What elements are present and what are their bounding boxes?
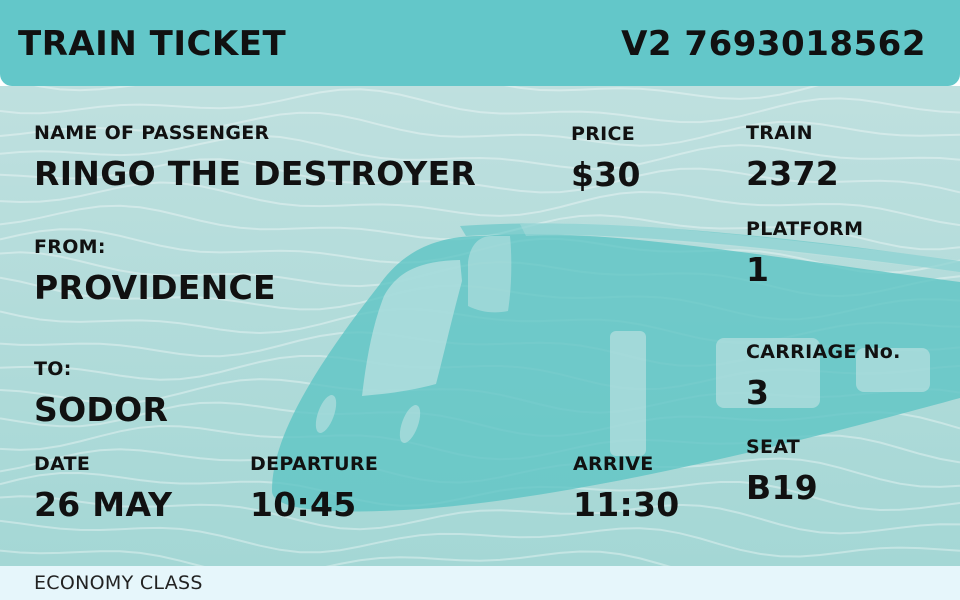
price-value: $30 xyxy=(571,155,641,194)
seat-label: SEAT xyxy=(746,436,801,458)
from-label: FROM: xyxy=(34,236,106,258)
departure-label: DEPARTURE xyxy=(250,453,379,475)
price-label: PRICE xyxy=(571,123,636,145)
train-ticket: TRAIN TICKET V2 7693018562 NAME OF PASSE… xyxy=(0,0,960,600)
date-field: DATE 26 MAY xyxy=(34,453,172,524)
departure-value: 10:45 xyxy=(250,485,357,524)
to-field: TO: SODOR xyxy=(34,358,168,429)
seat-value: B19 xyxy=(746,468,818,507)
carriage-field: CARRIAGE No. 3 xyxy=(746,341,901,412)
from-field: FROM: PROVIDENCE xyxy=(34,236,276,307)
date-value: 26 MAY xyxy=(34,485,173,524)
arrive-value: 11:30 xyxy=(573,485,680,524)
platform-value: 1 xyxy=(746,250,770,289)
arrive-field: ARRIVE 11:30 xyxy=(573,453,680,524)
passenger-label: NAME OF PASSENGER xyxy=(34,122,270,144)
ticket-number: V2 7693018562 xyxy=(621,24,926,64)
passenger-field: NAME OF PASSENGER RINGO THE DESTROYER xyxy=(34,122,476,193)
arrive-label: ARRIVE xyxy=(573,453,654,475)
departure-field: DEPARTURE 10:45 xyxy=(250,453,378,524)
ticket-title: TRAIN TICKET xyxy=(18,24,287,64)
platform-field: PLATFORM 1 xyxy=(746,218,863,289)
to-label: TO: xyxy=(34,358,72,380)
to-value: SODOR xyxy=(34,390,169,429)
platform-label: PLATFORM xyxy=(746,218,864,240)
train-value: 2372 xyxy=(746,154,840,193)
train-label: TRAIN xyxy=(746,122,813,144)
passenger-name: RINGO THE DESTROYER xyxy=(34,154,477,193)
date-label: DATE xyxy=(34,453,91,475)
carriage-label: CARRIAGE No. xyxy=(746,341,901,363)
seat-field: SEAT B19 xyxy=(746,436,818,507)
ticket-header: TRAIN TICKET V2 7693018562 xyxy=(0,0,960,86)
carriage-value: 3 xyxy=(746,373,770,412)
price-field: PRICE $30 xyxy=(571,123,641,194)
from-value: PROVIDENCE xyxy=(34,268,276,307)
class-label: ECONOMY CLASS xyxy=(34,572,203,594)
train-field: TRAIN 2372 xyxy=(746,122,839,193)
ticket-footer: ECONOMY CLASS xyxy=(0,566,960,600)
